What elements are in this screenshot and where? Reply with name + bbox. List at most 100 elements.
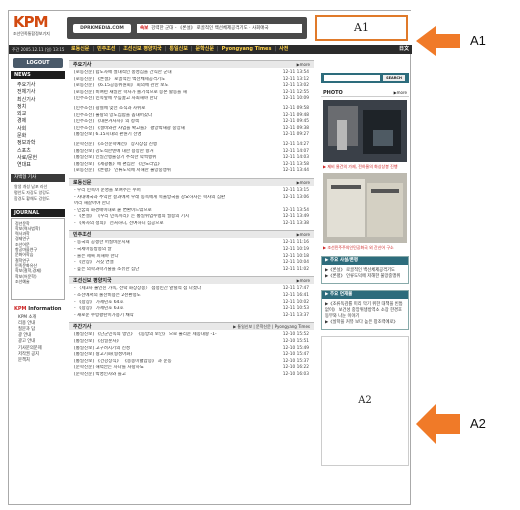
main-articles: [로동신문] 랍도자매 절대적인 충성심을 간직한 군대 12-11 13:54 … xyxy=(69,68,314,178)
nav-date: 주간 2005.12.11 (일) 13:15 xyxy=(12,47,65,52)
region-heading: 자백형 기사 xyxy=(11,173,65,182)
more-link[interactable]: ▶more xyxy=(297,61,310,69)
news-menu-item[interactable]: 연대표 xyxy=(17,162,65,169)
news-menu-item[interactable]: 스포츠 xyxy=(17,148,65,155)
article-row[interactable]: [문학신문] 《조선문학예전》 상시상삼 진행 12-11 14:27 xyxy=(69,142,314,149)
article-row[interactable]: [로동신문] 랍도자매 절대적인 충성심을 간직한 군대 12-11 13:54 xyxy=(69,70,314,77)
news-ticker[interactable]: 속보 강력한 군대 - 《론설》 로골적인 백선체제공격기도 · 사회애국 xyxy=(137,24,302,33)
article-row[interactable]: [문학신문] 해력안는 자나를 사랑하뇨 12-10 16:22 xyxy=(69,365,314,372)
article-row[interactable]: - 민꿈의 화경매이대로 붙 변환이드밖으로 12-11 13:54 xyxy=(69,208,314,215)
nav-item-dictionary[interactable]: 사전 xyxy=(277,45,290,54)
article-row[interactable]: [로동신문] 《6.15공동위원회》 회의에 관한 보도 12-11 13:02 xyxy=(69,83,314,90)
region-links: 왕생 개성 남포 라선 평안도 자강도 양강도 함경도 황해도 강원도 xyxy=(11,182,65,204)
newspaper-caption[interactable]: ▶ 조선민주주의인민공화국 외 간신어 구소 xyxy=(321,245,409,250)
more-link[interactable]: ▶more xyxy=(297,231,310,239)
article-row[interactable]: - 물은 제복 피해야 한다 12-11 10:18 xyxy=(69,254,314,261)
article-row[interactable]: [통일신보] 6.15시대의 판원기 선명 12-11 09:27 xyxy=(69,132,314,139)
search-button[interactable]: SEARCH xyxy=(383,75,405,81)
article-row-continued[interactable]: 어리 해갈아야 한다 xyxy=(69,201,314,208)
news-menu-item[interactable]: 최신기사 xyxy=(17,97,65,104)
nav-item-sinbo[interactable]: 조선신보 평양지국 xyxy=(121,45,164,54)
newspaper-image[interactable] xyxy=(323,173,407,243)
journal-item[interactable]: 조선예술 xyxy=(15,279,61,284)
article-row[interactable]: - 높은 의학과학기술을 소유한 집단 12-11 11:02 xyxy=(69,267,314,274)
article-row[interactable]: - 《만상》 거짓 연설 12-11 10:04 xyxy=(69,260,314,267)
nav-menu: 로동신문 | 민주조선 | 조선신보 평양지국 | 통일신보 | 문학신문 | Pyong… xyxy=(69,45,290,54)
article-row[interactable]: [로동신문] 《론평》 인류도덕에 저해한 불망중맹위 12-11 13:44 xyxy=(69,168,314,175)
info-heading: KPM Information xyxy=(14,305,62,312)
banner-a2[interactable]: A2 xyxy=(321,336,409,466)
logo-text: KPM xyxy=(13,13,49,31)
nav-item-rodong[interactable]: 로동신문 xyxy=(69,45,91,54)
series-link[interactable]: ▶《조류독감를 미리 막기 위한 대책을 빈틈없이》 보건성 중앙위생방역소 소… xyxy=(325,302,405,320)
region-link[interactable]: 함경도 황해도 강원도 xyxy=(14,196,62,202)
article-row[interactable]: [통일신보] 강도적한텐에 대한 용망한 항거 12-11 14:07 xyxy=(69,149,314,156)
nav-language[interactable]: 日文 xyxy=(399,45,409,54)
editorial-link[interactable]: ▶《론평》 인류도덕에 저해한 불망중맹위 xyxy=(325,274,405,280)
article-row[interactable]: - 국제마동방송의 날 12-11 10:19 xyxy=(69,247,314,254)
journal-heading: JOURNAL xyxy=(11,208,65,217)
photo-caption[interactable]: ▶ 제비 물건의 가제, 전하울의 화상상봉 진행 xyxy=(321,164,409,169)
article-row[interactable]: [통일신보] 고구려시기의 신성 12-10 15:49 xyxy=(69,346,314,353)
nav-item-munhak[interactable]: 문학신문 xyxy=(194,45,216,54)
article-row[interactable]: [통일신보] 《세광통》에 편집한 《민노라임》 12-11 13:58 xyxy=(69,162,314,169)
site-label[interactable]: DPRKMEDIA.COM xyxy=(73,24,131,33)
article-row[interactable]: [로동신문] 《론설》 로골적인 백선체제공격기도 12-11 13:12 xyxy=(69,77,314,84)
banner-a1[interactable]: A1 xyxy=(315,15,408,41)
header-ticker-bar: DPRKMEDIA.COM 속보 강력한 군대 - 《론설》 로골적인 백선체제공… xyxy=(67,17,307,39)
more-link[interactable]: ▶more xyxy=(394,89,407,97)
article-row[interactable]: [통일신보] 《건강상식》 《종종미혈압증》 과 운동 12-10 15:37 xyxy=(69,359,314,366)
article-row[interactable]: - 동국의 공쟁한 어질비문지새 12-11 11:16 xyxy=(69,240,314,247)
news-heading: NEWS xyxy=(11,71,65,79)
article-row[interactable]: - 조선에서의 출산비용은 2천환정도 12-11 16:41 xyxy=(69,293,314,300)
news-menu: 주요기사 전체기사 최신기사 정치 외교 경제 사회 문화 정보과학 스포츠 사… xyxy=(11,79,65,172)
article-row[interactable]: [민주조선] 《설비와관 사업을 확고를》 평양박재광 중앙재 12-11 09:… xyxy=(69,126,314,133)
search-input[interactable] xyxy=(324,75,380,81)
weekly-links[interactable]: ▶ 통일신보 | 문학신문 | Pyongyang Times xyxy=(233,323,310,331)
article-row[interactable]: - 우리 민족이 운명을 보여주는 수퍼 12-11 13:15 xyxy=(69,188,314,195)
nav-item-pyongyang-times[interactable]: Pyongyang Times xyxy=(220,45,274,54)
weekly-articles: [통일신보] 《단군민족의 맹인》 《동방의 보인》 으로 불리운 세종대왕 -… xyxy=(69,330,314,381)
block-heading-minju: 민주조선 ▶more xyxy=(69,230,314,239)
portal-page: KPM 조선민족통합정보기지 DPRKMEDIA.COM 속보 강력한 군대 - … xyxy=(8,10,412,505)
article-row[interactable]: [민주조선] 민족앞에 무릎꿇고 사죄해야 한다 12-11 10:09 xyxy=(69,96,314,103)
series-box: ▶ 주요 연재물 ▶《조류독감를 미리 막기 위한 대책을 빈틈없이》 보건성 … xyxy=(321,290,409,330)
news-menu-item[interactable]: 정보과학 xyxy=(17,140,65,147)
article-row[interactable]: [민주조선] 불량의 망도집합을 뽑내어갔다 12-11 09:48 xyxy=(69,113,314,120)
series-link[interactable]: ▶《살학을 커뮤 보다 높은 창조력에로》 xyxy=(325,320,405,326)
journal-list[interactable]: 정년문학 학보(력사법학) 력사과학 경제연구 조선어문 항공마을연구 문화어학… xyxy=(11,217,65,300)
article-row[interactable]: [로동신문] 비여련 재일한 학사가 졸기적으로 증본 활동을 해 12-11 1… xyxy=(69,90,314,97)
article-row[interactable]: [문학신문] 박명인자와 들고 12-10 16:03 xyxy=(69,372,314,379)
article-row[interactable]: - 《창장》 가세년호 64호 12-11 10:02 xyxy=(69,300,314,307)
article-row[interactable]: [민주조선] 《대본거사자》의 정책 12-11 09:45 xyxy=(69,119,314,126)
article-row[interactable]: [통일신보] 왕고기화(형성아화) 12-10 15:47 xyxy=(69,352,314,359)
news-menu-item[interactable]: 전체기사 xyxy=(17,89,65,96)
header: KPM 조선민족통합정보기지 DPRKMEDIA.COM 속보 강력한 군대 - … xyxy=(9,11,412,45)
info-link[interactable]: 문책처 xyxy=(18,358,65,364)
logout-button[interactable]: LOGOUT xyxy=(13,58,63,68)
minju-articles: - 동국의 공쟁한 어질비문지새 12-11 11:16 - 국제마동방송의 날1… xyxy=(69,238,314,276)
article-row[interactable]: - 《론설》 《우리 민족끼리》는 통일위업수행의 필승의 기치 12-11 13… xyxy=(69,214,314,221)
nav-item-minju[interactable]: 민주조선 xyxy=(95,45,117,54)
rodong-articles: - 우리 민족이 운명을 보여주는 수퍼 12-11 13:15 - 사대매국과 … xyxy=(69,186,314,231)
left-sidebar: LOGOUT NEWS 주요기사 전체기사 최신기사 정치 외교 경제 사회 문… xyxy=(11,58,65,504)
article-row[interactable]: [민주조선] 광철에 맞선 조직과 자위로 12-11 09:58 xyxy=(69,106,314,113)
news-menu-item[interactable]: 경제 xyxy=(17,118,65,125)
article-row[interactable]: [통일신보] 인일간행물장기 추적한 악쩍행위 12-11 14:03 xyxy=(69,155,314,162)
article-row[interactable]: - 《복자의 정의》 선처하니, 선여하니 집공으로 12-11 13:38 xyxy=(69,221,314,228)
block-heading-sinbo: 조선신보 평양지국 ▶more xyxy=(69,276,314,285)
photo-image[interactable] xyxy=(323,100,407,162)
article-row[interactable]: - 사대매국과 추악한 결과에서 우래 동족에게 목울방국을 강요하자는 혁사의… xyxy=(69,195,314,202)
more-link[interactable]: ▶more xyxy=(297,179,310,187)
news-menu-item[interactable]: 사회 xyxy=(17,126,65,133)
article-row[interactable]: - 〈제3차 불인진 가족, 전략 화상상봉〉 첨정민간 앞렬적 첨 나섰다 12… xyxy=(69,286,314,293)
article-row[interactable]: [통일신보] 《단군민족의 맹인》 《동방의 보인》 으로 불리운 세종대왕 -… xyxy=(69,332,314,339)
article-row[interactable]: - 《창장》 가세년호 63호 12-11 10:53 xyxy=(69,306,314,313)
arrow-a2-icon xyxy=(416,404,460,444)
article-row[interactable]: - 새로운 수령평탄이가용기 채작 12-11 13:37 xyxy=(69,313,314,320)
more-link[interactable]: ▶more xyxy=(297,277,310,285)
article-row[interactable]: [통일신보] 《김일훈사》 12-10 15:51 xyxy=(69,339,314,346)
nav-item-tongil[interactable]: 통일신보 xyxy=(167,45,189,54)
kpm-logo[interactable]: KPM 조선민족통합정보기지 xyxy=(13,15,57,41)
logo-subtitle: 조선민족통합정보기지 xyxy=(13,31,50,36)
